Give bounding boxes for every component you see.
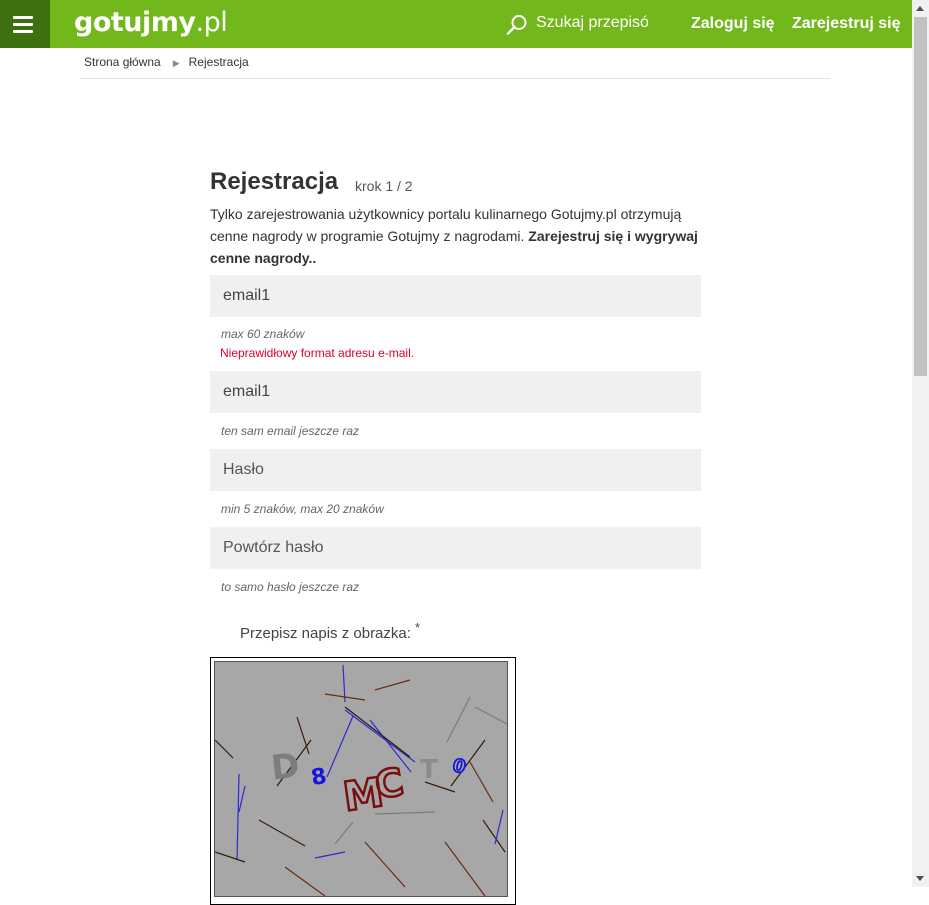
breadcrumb-current: Rejestracja [188, 55, 249, 69]
breadcrumb-home-link[interactable]: Strona główna [84, 55, 161, 69]
captcha-label: Przepisz napis z obrazka: * [240, 621, 420, 642]
password-confirm-field[interactable] [210, 527, 701, 569]
top-bar: gotujmy.pl Zaloguj się Zarejestruj się [0, 0, 912, 48]
password-field[interactable] [210, 449, 701, 491]
email-confirm-hint: ten sam email jeszcze raz [221, 424, 360, 438]
hamburger-icon-line [13, 16, 33, 19]
captcha-label-text: Przepisz napis z obrazka: [240, 625, 411, 642]
logo-tld: .pl [195, 7, 228, 38]
intro-text: Tylko zarejestrowania użytkownicy portal… [210, 203, 701, 269]
scroll-thumb[interactable] [914, 17, 927, 376]
email-hint: max 60 znaków [221, 327, 305, 341]
email-error: Nieprawidłowy format adresu e-mail. [220, 346, 415, 360]
email-confirm-field[interactable] [210, 371, 701, 413]
captcha-frame: D 8 M C T 0 [210, 657, 516, 905]
register-link[interactable]: Zarejestruj się [792, 15, 901, 33]
hamburger-icon-line [13, 23, 33, 26]
site-logo[interactable]: gotujmy.pl [74, 4, 228, 44]
search-box [506, 10, 651, 38]
search-icon[interactable] [506, 14, 528, 36]
search-input[interactable] [536, 12, 648, 34]
breadcrumb: Strona główna ▶ Rejestracja [84, 55, 249, 69]
breadcrumb-separator-icon: ▶ [172, 58, 180, 68]
required-mark: * [415, 621, 420, 635]
hamburger-icon-line [13, 30, 33, 33]
title-row: Rejestracja krok 1 / 2 [210, 165, 701, 201]
page-title: Rejestracja [210, 168, 339, 195]
breadcrumb-divider [80, 78, 830, 79]
step-indicator: krok 1 / 2 [355, 178, 413, 194]
logo-text: gotujmy [74, 7, 196, 38]
page-scrollbar[interactable] [912, 0, 929, 887]
svg-text:D: D [269, 746, 301, 789]
login-link[interactable]: Zaloguj się [691, 15, 775, 33]
svg-text:T: T [420, 755, 438, 785]
scroll-down-icon[interactable] [916, 876, 924, 881]
password-hint: min 5 znaków, max 20 znaków [221, 502, 384, 516]
registration-form: Rejestracja krok 1 / 2 Tylko zarejestrow… [210, 165, 701, 905]
scroll-up-icon[interactable] [916, 6, 924, 11]
password-confirm-hint: to samo hasło jeszcze raz [221, 580, 360, 594]
hamburger-menu-button[interactable] [0, 0, 50, 48]
captcha-image: D 8 M C T 0 [214, 661, 508, 897]
email-field[interactable] [210, 275, 701, 317]
